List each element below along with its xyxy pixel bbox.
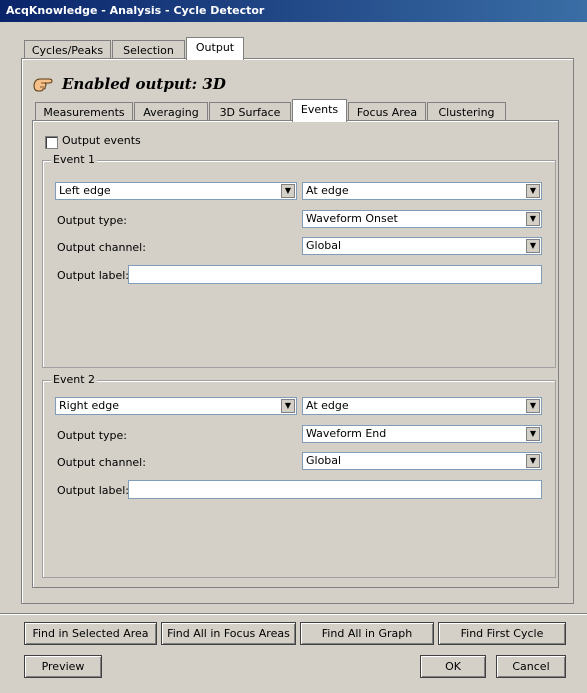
preview-button[interactable]: Preview: [24, 655, 102, 678]
output-events-label[interactable]: Output events: [62, 134, 141, 147]
tab-cycles-peaks[interactable]: Cycles/Peaks: [24, 40, 111, 60]
tab-output[interactable]: Output: [186, 37, 244, 60]
chevron-down-icon[interactable]: ▼: [526, 184, 540, 198]
find-all-in-focus-areas-button[interactable]: Find All in Focus Areas: [161, 622, 296, 645]
event1-position-select[interactable]: At edge ▼: [302, 182, 542, 200]
event2-output-channel-value: Global: [306, 454, 342, 467]
event2-output-label-input[interactable]: [128, 480, 542, 499]
chevron-down-icon[interactable]: ▼: [281, 399, 295, 413]
event2-output-channel-select[interactable]: Global ▼: [302, 452, 542, 470]
tab-averaging[interactable]: Averaging: [134, 102, 208, 122]
event1-edge-value: Left edge: [59, 184, 111, 197]
event2-output-type-label: Output type:: [57, 429, 127, 442]
chevron-down-icon[interactable]: ▼: [281, 184, 295, 198]
find-all-in-graph-button[interactable]: Find All in Graph: [300, 622, 434, 645]
event2-edge-select[interactable]: Right edge ▼: [55, 397, 297, 415]
window-titlebar: AcqKnowledge - Analysis - Cycle Detector: [0, 0, 587, 22]
tab-events[interactable]: Events: [292, 99, 347, 122]
chevron-down-icon[interactable]: ▼: [526, 239, 540, 253]
event2-output-type-value: Waveform End: [306, 427, 387, 440]
event2-output-channel-label: Output channel:: [57, 456, 146, 469]
ok-button[interactable]: OK: [420, 655, 486, 678]
chevron-down-icon[interactable]: ▼: [526, 454, 540, 468]
event2-edge-value: Right edge: [59, 399, 119, 412]
event1-output-label-input[interactable]: [128, 265, 542, 284]
tab-measurements[interactable]: Measurements: [35, 102, 133, 122]
enabled-output-label: Enabled output: 3D: [62, 75, 226, 93]
event1-edge-select[interactable]: Left edge ▼: [55, 182, 297, 200]
chevron-down-icon[interactable]: ▼: [526, 427, 540, 441]
event1-output-channel-label: Output channel:: [57, 241, 146, 254]
pointing-hand-icon: [32, 73, 54, 96]
tab-selection[interactable]: Selection: [112, 40, 185, 60]
event2-position-value: At edge: [306, 399, 349, 412]
event1-position-value: At edge: [306, 184, 349, 197]
event2-title: Event 2: [51, 373, 98, 386]
tab-3d-surface[interactable]: 3D Surface: [209, 102, 291, 122]
tab-clustering[interactable]: Clustering: [427, 102, 506, 122]
event1-output-type-value: Waveform Onset: [306, 212, 398, 225]
find-in-selected-area-button[interactable]: Find in Selected Area: [24, 622, 157, 645]
enabled-output-header: Enabled output: 3D: [32, 72, 226, 96]
find-first-cycle-button[interactable]: Find First Cycle: [438, 622, 566, 645]
chevron-down-icon[interactable]: ▼: [526, 212, 540, 226]
event2-output-label-label: Output label:: [57, 484, 130, 497]
cancel-button[interactable]: Cancel: [496, 655, 566, 678]
event1-output-type-select[interactable]: Waveform Onset ▼: [302, 210, 542, 228]
cycle-detector-window: AcqKnowledge - Analysis - Cycle Detector…: [0, 0, 587, 693]
event1-output-channel-value: Global: [306, 239, 342, 252]
tab-focus-area[interactable]: Focus Area: [348, 102, 426, 122]
event2-output-type-select[interactable]: Waveform End ▼: [302, 425, 542, 443]
output-events-checkbox[interactable]: [45, 136, 58, 149]
event1-output-label-label: Output label:: [57, 269, 130, 282]
event1-output-channel-select[interactable]: Global ▼: [302, 237, 542, 255]
event1-title: Event 1: [51, 153, 98, 166]
event2-position-select[interactable]: At edge ▼: [302, 397, 542, 415]
event1-output-type-label: Output type:: [57, 214, 127, 227]
separator: [0, 613, 587, 615]
chevron-down-icon[interactable]: ▼: [526, 399, 540, 413]
